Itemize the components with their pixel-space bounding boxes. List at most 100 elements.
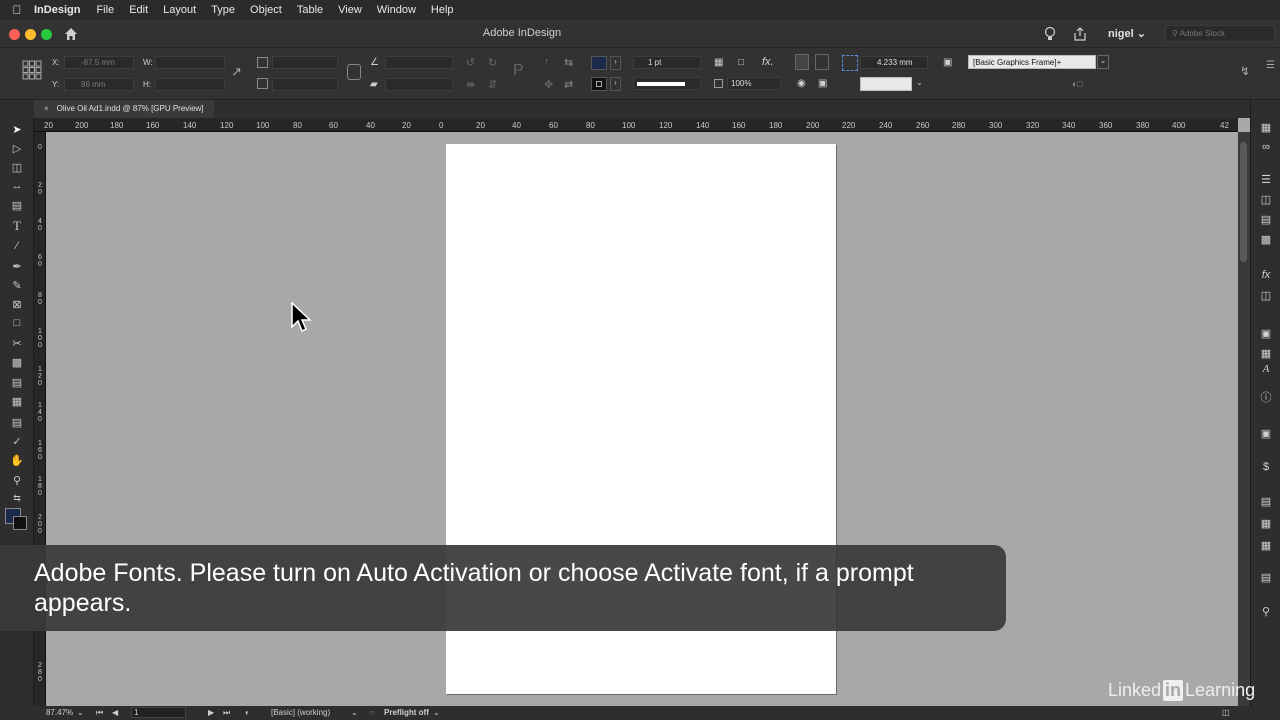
menu-edit[interactable]: Edit <box>129 4 148 16</box>
corner-options-icon[interactable] <box>842 55 858 71</box>
links-info-panel-icon[interactable]: ⚲ <box>1259 604 1273 618</box>
width-field[interactable] <box>155 56 225 69</box>
scale-y-field[interactable] <box>272 78 338 91</box>
table-styles-panel-icon[interactable]: ▦ <box>1259 538 1273 552</box>
corner-size-field[interactable]: 4.233 mm <box>860 56 928 69</box>
direct-selection-tool-icon[interactable]: ▷ <box>9 140 25 156</box>
apple-icon[interactable]:  <box>0 3 34 17</box>
horizontal-ruler[interactable]: 20 200 180 160 140 120 100 80 60 40 20 0 20 40 60 80 100… <box>34 118 1238 132</box>
object-style-chevron-icon[interactable]: ⌄ <box>1097 55 1109 69</box>
drop-shadow-icon[interactable]: □ <box>738 57 744 68</box>
zoom-tool-icon[interactable]: ⚲ <box>9 472 25 488</box>
cell-styles-panel-icon[interactable]: ▤ <box>1259 570 1273 584</box>
menu-app-name[interactable]: InDesign <box>34 4 80 16</box>
corner-shape-select[interactable] <box>860 77 912 91</box>
corner-shape-chevron-icon[interactable]: ⌄ <box>916 78 923 87</box>
open-page-icon[interactable]: ◐ <box>245 708 250 717</box>
stroke-panel-icon[interactable]: ☰ <box>1259 172 1273 186</box>
document-tab[interactable]: × Olive Oil Ad1.indd @ 87% [GPU Preview] <box>34 100 214 118</box>
text-wrap-panel-icon[interactable]: ▦ <box>1259 346 1273 360</box>
opacity-checkbox[interactable] <box>714 79 723 88</box>
swap-fill-stroke-icon[interactable]: ⇆ <box>9 490 25 506</box>
effects-panel-icon[interactable]: fx <box>1259 268 1273 282</box>
preflight-chevron-icon[interactable]: ⌄ <box>433 708 440 717</box>
vertical-scrollbar[interactable] <box>1238 132 1250 706</box>
selection-tool-icon[interactable]: ➤ <box>9 121 25 137</box>
select-container-icon[interactable]: ↑ <box>544 56 550 68</box>
clear-overrides-icon[interactable]: ◐□ <box>1072 79 1083 89</box>
quick-apply-icon[interactable]: ↯ <box>1240 64 1250 78</box>
stroke-weight-field[interactable]: 1 pt <box>633 56 701 69</box>
menu-layout[interactable]: Layout <box>163 4 196 16</box>
style-chevron-icon[interactable]: ⌄ <box>351 708 358 717</box>
scrollbar-thumb[interactable] <box>1240 142 1247 262</box>
fill-swatch[interactable] <box>591 56 607 70</box>
pages-panel-icon[interactable]: ▦ <box>1259 120 1273 134</box>
close-tab-icon[interactable]: × <box>44 104 49 113</box>
layers-panel-icon[interactable]: ▣ <box>1259 426 1273 440</box>
page-tool-icon[interactable]: ◫ <box>9 159 25 175</box>
rotate-ccw-icon[interactable]: ↺ <box>466 56 475 69</box>
gap-tool-icon[interactable]: ↔ <box>9 178 25 194</box>
fill-menu-arrow[interactable]: › <box>610 56 621 70</box>
select-previous-icon[interactable]: ⇆ <box>564 56 573 69</box>
share-icon[interactable] <box>1073 26 1087 42</box>
links-panel-icon[interactable]: ∞ <box>1259 140 1273 154</box>
color-panel-icon[interactable]: ◫ <box>1259 192 1273 206</box>
link-scale-icon[interactable] <box>347 64 361 80</box>
cc-libraries-panel-icon[interactable]: ▣ <box>1259 326 1273 340</box>
height-field[interactable] <box>155 78 225 91</box>
stroke-proxy-swatch[interactable] <box>13 516 27 530</box>
effects-fx-icon[interactable]: fx. <box>762 56 774 68</box>
rectangle-frame-tool-icon[interactable]: ⊠ <box>9 296 25 312</box>
hand-tool-icon[interactable]: ✋ <box>9 452 25 468</box>
type-tool-icon[interactable]: T <box>9 218 25 234</box>
flip-vertical-icon[interactable]: ⇵ <box>488 78 497 91</box>
rotate-cw-icon[interactable]: ↻ <box>488 56 497 69</box>
free-transform-tool-icon[interactable]: ▩ <box>9 354 25 370</box>
price-panel-icon[interactable]: $ <box>1259 460 1273 474</box>
zoom-chevron-icon[interactable]: ⌄ <box>77 708 84 717</box>
split-window-icon[interactable]: ◫ <box>1222 708 1230 717</box>
panel-menu-icon[interactable]: ☰ <box>1266 60 1275 71</box>
y-position-field[interactable]: 86 mm <box>64 78 134 91</box>
flip-horizontal-icon[interactable]: ⇼ <box>466 78 475 91</box>
first-page-icon[interactable]: ⏮ <box>96 708 103 718</box>
page-number-field[interactable]: 1 <box>131 707 186 718</box>
pencil-tool-icon[interactable]: ✎ <box>9 277 25 293</box>
gradient-feather-tool-icon[interactable]: ▦ <box>9 393 25 409</box>
content-collector-icon[interactable]: ▤ <box>9 197 25 213</box>
adobe-stock-search[interactable]: ⚲ Adobe Stock <box>1165 25 1275 42</box>
note-tool-icon[interactable]: ▤ <box>9 414 25 430</box>
select-content-icon[interactable]: ✥ <box>544 78 553 91</box>
align-stroke-icon[interactable]: ▣ <box>818 78 827 89</box>
opacity-field[interactable]: 100% <box>727 77 781 90</box>
menu-file[interactable]: File <box>96 4 114 16</box>
align-center-icon[interactable]: ◉ <box>797 78 806 89</box>
rotation-field[interactable] <box>385 56 453 69</box>
character-styles-panel-icon[interactable]: A <box>1259 362 1273 376</box>
stroke-menu-arrow[interactable]: › <box>610 77 621 91</box>
previous-page-icon[interactable]: ◀ <box>112 708 118 717</box>
lightbulb-icon[interactable] <box>1043 26 1057 42</box>
next-page-icon[interactable]: ▶ <box>208 708 214 717</box>
rectangle-tool-icon[interactable]: □ <box>9 315 25 331</box>
swatches-panel-icon[interactable]: ▤ <box>1259 212 1273 226</box>
constrain-proportions-icon[interactable]: ↗ <box>231 64 242 80</box>
gradient-swatch-tool-icon[interactable]: ▤ <box>9 374 25 390</box>
reference-point-icon[interactable] <box>22 60 42 80</box>
last-page-icon[interactable]: ⏭ <box>223 708 230 718</box>
line-tool-icon[interactable]: ∕ <box>9 238 25 254</box>
scissors-tool-icon[interactable]: ✂ <box>9 335 25 351</box>
stroke-type-select[interactable] <box>633 77 701 90</box>
paragraph-styles-panel-icon[interactable]: ▤ <box>1259 494 1273 508</box>
text-wrap-icon[interactable] <box>795 54 809 70</box>
menu-object[interactable]: Object <box>250 4 282 16</box>
table-panel-icon[interactable]: ▦ <box>1259 516 1273 530</box>
info-panel-icon[interactable]: ⓘ <box>1259 390 1273 404</box>
scale-x-field[interactable] <box>272 56 338 69</box>
menu-window[interactable]: Window <box>377 4 416 16</box>
menu-help[interactable]: Help <box>431 4 454 16</box>
text-wrap-bounding-icon[interactable] <box>815 54 829 70</box>
zoom-level[interactable]: 87.47% <box>46 708 73 717</box>
